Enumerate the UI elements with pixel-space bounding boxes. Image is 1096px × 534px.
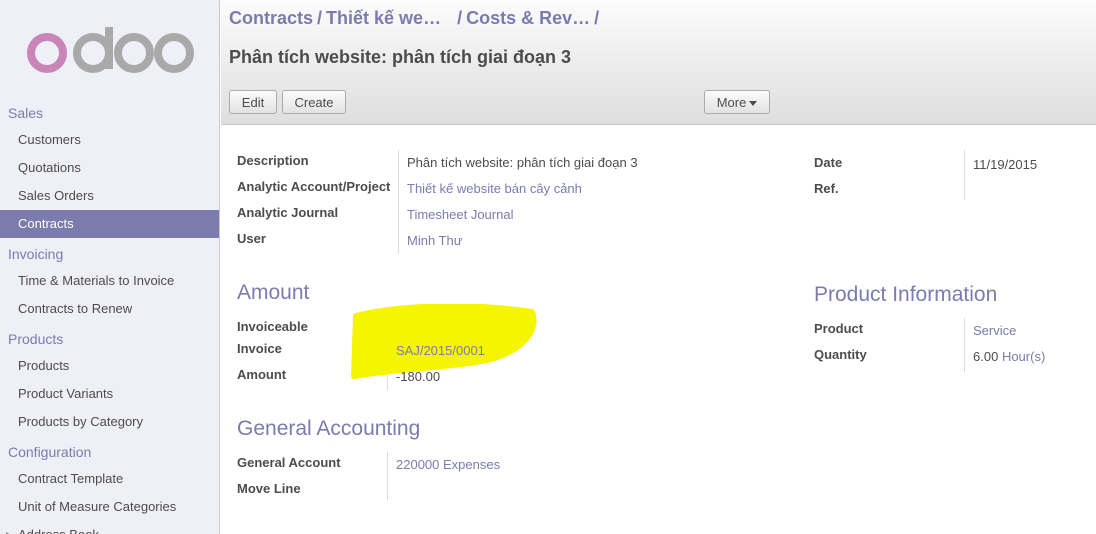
sidebar-item-customers[interactable]: Customers xyxy=(0,126,219,154)
sidebar-item-contracts[interactable]: Contracts xyxy=(0,210,219,238)
breadcrumb-contracts[interactable]: Contracts xyxy=(229,8,313,29)
analytic-journal-link[interactable]: Timesheet Journal xyxy=(407,207,513,222)
more-dropdown-button[interactable]: More xyxy=(704,90,770,114)
sidebar-menu: Sales Customers Quotations Sales Orders … xyxy=(0,100,219,534)
amount-label: Amount xyxy=(237,367,287,382)
description-label: Description xyxy=(237,153,309,168)
breadcrumb-separator: / xyxy=(457,8,463,28)
form-sheet: Description Analytic Account/Project Ana… xyxy=(221,126,1096,534)
amount-value: -180.00 xyxy=(396,369,441,384)
description-value: Phân tích website: phân tích giai đoạn 3 xyxy=(407,155,638,170)
edit-button[interactable]: Edit xyxy=(229,90,277,114)
field-divider xyxy=(387,452,388,500)
product-link[interactable]: Service xyxy=(973,323,1016,338)
analytic-journal-label: Analytic Journal xyxy=(237,205,339,220)
breadcrumb: Contracts / Thiết kế we… / Costs & Rev… / xyxy=(229,8,603,29)
invoice-label: Invoice xyxy=(237,341,282,356)
quantity-label: Quantity xyxy=(814,347,867,362)
invoiceable-label: Invoiceable xyxy=(237,319,308,334)
section-invoicing: Invoicing xyxy=(8,246,64,262)
invoice-link[interactable]: SAJ/2015/0001 xyxy=(396,343,485,358)
section-configuration: Configuration xyxy=(8,444,92,460)
odoo-logo[interactable] xyxy=(26,27,196,77)
general-account-label: General Account xyxy=(237,455,341,470)
breadcrumb-costs-revenues[interactable]: Costs & Rev… xyxy=(466,8,590,29)
product-label: Product xyxy=(814,321,864,336)
field-divider xyxy=(398,150,399,254)
uom-link[interactable]: Hour(s) xyxy=(1002,349,1045,364)
amount-heading: Amount xyxy=(237,281,310,304)
sidebar-item-address-book[interactable]: Address Book xyxy=(0,521,219,534)
section-sales: Sales xyxy=(8,105,44,121)
breadcrumb-separator: / xyxy=(594,8,600,28)
sidebar-item-quotations[interactable]: Quotations xyxy=(0,154,219,182)
sidebar: Sales Customers Quotations Sales Orders … xyxy=(0,0,220,534)
sidebar-item-contract-template[interactable]: Contract Template xyxy=(0,465,219,493)
sidebar-item-time-materials[interactable]: Time & Materials to Invoice xyxy=(0,267,219,295)
date-label: Date xyxy=(814,155,843,170)
caret-down-icon xyxy=(749,101,758,107)
analytic-account-link[interactable]: Thiết kế website bán cây cảnh xyxy=(407,181,582,196)
analytic-account-label: Analytic Account/Project xyxy=(237,179,391,194)
user-link[interactable]: Minh Thư xyxy=(407,233,462,248)
more-label: More xyxy=(716,95,747,110)
date-value: 11/19/2015 xyxy=(973,157,1038,172)
sidebar-item-sales-orders[interactable]: Sales Orders xyxy=(0,182,219,210)
quantity-value: 6.00 Hour(s) xyxy=(973,349,1045,364)
sidebar-item-product-variants[interactable]: Product Variants xyxy=(0,380,219,408)
breadcrumb-separator: / xyxy=(317,8,323,28)
field-divider xyxy=(964,150,965,200)
general-account-link[interactable]: 220000 Expenses xyxy=(396,457,500,472)
create-button[interactable]: Create xyxy=(282,90,346,114)
control-panel: Contracts / Thiết kế we… / Costs & Rev… / Phâ… xyxy=(221,0,1096,125)
field-divider xyxy=(964,318,965,372)
product-info-heading: Product Information xyxy=(814,283,998,306)
ref-label: Ref. xyxy=(814,181,839,196)
user-label: User xyxy=(237,231,266,246)
page-title: Phân tích website: phân tích giai đoạn 3 xyxy=(229,47,572,67)
section-products: Products xyxy=(8,331,64,347)
sidebar-item-products-by-category[interactable]: Products by Category xyxy=(0,408,219,436)
move-line-label: Move Line xyxy=(237,481,301,496)
sidebar-item-products[interactable]: Products xyxy=(0,352,219,380)
quantity-number: 6.00 xyxy=(973,349,999,364)
sidebar-item-contracts-to-renew[interactable]: Contracts to Renew xyxy=(0,295,219,323)
sidebar-item-uom-categories[interactable]: Unit of Measure Categories xyxy=(0,493,219,521)
breadcrumb-analytic-account[interactable]: Thiết kế we… xyxy=(326,8,441,29)
general-accounting-heading: General Accounting xyxy=(237,417,421,440)
